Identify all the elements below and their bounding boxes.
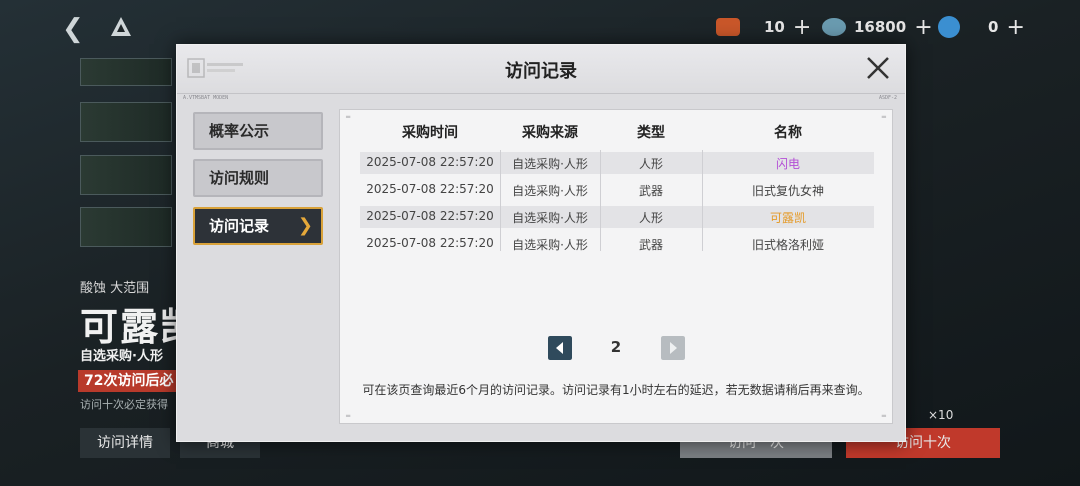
tab-rules[interactable]: 访问规则: [193, 159, 323, 197]
back-chevron-icon[interactable]: ❮: [62, 14, 84, 44]
weapon-thumbnail[interactable]: [80, 207, 172, 247]
table-row: 2025-07-08 22:57:20 自选采购·人形 武器 旧式格洛利娅: [360, 233, 874, 255]
ticket-currency: 10 +: [716, 14, 811, 40]
character-thumbnail[interactable]: [80, 102, 172, 142]
panel-corner-icon: ═: [346, 412, 351, 420]
ticket-icon: [716, 18, 740, 36]
coin-currency: 0 +: [938, 14, 1025, 40]
pity-badge: 72次访问后必: [78, 370, 180, 392]
cell-type: 人形: [638, 157, 663, 171]
page-number: 2: [610, 338, 622, 356]
col-header-source: 采购来源: [522, 125, 578, 141]
cell-time: 2025-07-08 22:57:20: [366, 236, 494, 250]
cell-type: 人形: [638, 211, 663, 225]
cell-type: 武器: [638, 238, 663, 252]
record-panel: ═ ═ ═ ═ 采购时间 采购来源 类型 名称 2025-07-08 22:57…: [339, 109, 893, 424]
weapon-thumbnail[interactable]: [80, 155, 172, 195]
table-row: 2025-07-08 22:57:20 自选采购·人形 人形 可露凯: [360, 206, 874, 228]
cell-source: 自选采购·人形: [512, 184, 588, 198]
cell-source: 自选采购·人形: [512, 157, 588, 171]
visit-detail-button[interactable]: 访问详情: [80, 428, 170, 458]
column-divider: [702, 150, 703, 251]
add-coin-button[interactable]: +: [1006, 15, 1024, 40]
dialog-title: 访问记录: [505, 61, 577, 82]
panel-corner-icon: ═: [881, 412, 886, 420]
cell-name: 闪电: [775, 157, 800, 171]
visit-record-dialog: 访问记录 A.VTMSBAT MODEN ASDF-2 概率公示 访问规则 访问…: [176, 44, 906, 442]
cost-multiplier: ×10: [928, 408, 954, 422]
next-page-button[interactable]: [661, 336, 685, 360]
crystal-count: 16800: [854, 18, 907, 36]
tab-visit-record[interactable]: 访问记录 ❯: [193, 207, 323, 245]
col-header-name: 名称: [774, 125, 802, 141]
cell-name: 旧式格洛利娅: [751, 238, 824, 252]
trait-tags: 酸蚀 大范围: [80, 281, 150, 296]
crystal-currency: 16800 +: [822, 14, 933, 40]
add-crystal-button[interactable]: +: [914, 15, 932, 40]
chevron-right-icon: ❯: [297, 215, 313, 236]
tab-probability[interactable]: 概率公示: [193, 112, 323, 150]
panel-corner-icon: ═: [881, 113, 886, 121]
character-thumbnail[interactable]: [80, 58, 172, 86]
cell-name: 旧式复仇女神: [751, 184, 824, 198]
coin-icon: [938, 16, 960, 38]
cell-name: 可露凯: [769, 211, 806, 225]
col-header-type: 类型: [637, 125, 665, 141]
prev-page-button[interactable]: [548, 336, 572, 360]
cell-time: 2025-07-08 22:57:20: [366, 209, 494, 223]
coin-count: 0: [988, 18, 999, 36]
dialog-header: 访问记录: [177, 45, 905, 94]
tab-label: 访问规则: [209, 169, 270, 187]
header-code-right: ASDF-2: [878, 95, 897, 101]
column-divider: [500, 150, 501, 251]
close-icon[interactable]: [863, 53, 893, 83]
cell-source: 自选采购·人形: [512, 238, 588, 252]
tab-label: 概率公示: [209, 122, 270, 140]
ticket-count: 10: [764, 18, 785, 36]
banner-note: 访问十次必定获得: [80, 398, 168, 411]
header-code-left: A.VTMSBAT MODEN: [183, 95, 229, 101]
table-row: 2025-07-08 22:57:20 自选采购·人形 人形 闪电: [360, 152, 874, 174]
tab-label: 访问记录: [209, 217, 270, 235]
table-row: 2025-07-08 22:57:20 自选采购·人形 武器 旧式复仇女神: [360, 179, 874, 201]
cell-type: 武器: [638, 184, 663, 198]
cell-time: 2025-07-08 22:57:20: [366, 182, 494, 196]
record-note: 可在该页查询最近6个月的访问记录。访问记录有1小时左右的延迟，若无数据请稍后再来…: [362, 383, 870, 397]
column-divider: [600, 150, 601, 251]
crystal-icon: [822, 18, 846, 36]
col-header-time: 采购时间: [402, 125, 458, 141]
panel-corner-icon: ═: [346, 113, 351, 121]
cell-source: 自选采购·人形: [512, 211, 588, 225]
banner-subtitle: 自选采购·人形: [80, 349, 163, 364]
cell-time: 2025-07-08 22:57:20: [366, 155, 494, 169]
add-ticket-button[interactable]: +: [793, 15, 811, 40]
game-logo-icon: [111, 17, 131, 36]
